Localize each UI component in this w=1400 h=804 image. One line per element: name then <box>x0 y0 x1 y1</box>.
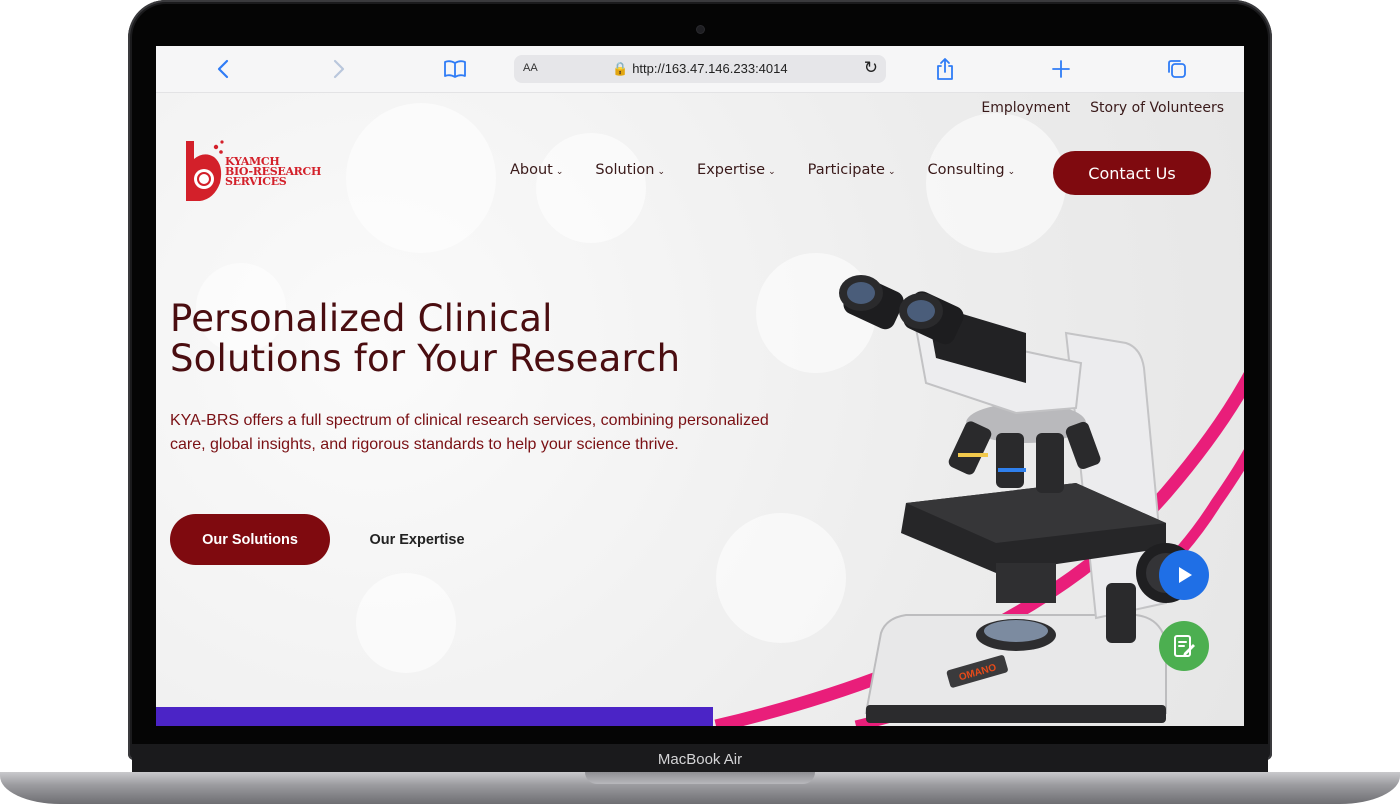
site-logo[interactable]: KYAMCH BIO-RESEARCH SERVICES <box>182 137 332 205</box>
hero-title: Personalized Clinical Solutions for Your… <box>170 297 681 380</box>
nav-item-participate[interactable]: Participate ⌄ <box>808 162 896 178</box>
bokeh-light <box>356 573 456 673</box>
main-nav: About ⌄ Solution ⌄ Expertise ⌄ Participate ⌄… <box>510 162 1047 178</box>
chevron-down-icon: ⌄ <box>657 167 666 177</box>
model-label: MacBook Air <box>657 751 743 768</box>
play-icon <box>1179 567 1192 583</box>
browser-toolbar: AA 🔒 http://163.47.146.233:4014 ↻ <box>156 46 1244 93</box>
chevron-down-icon: ⌄ <box>1007 167 1016 177</box>
new-tab-icon[interactable] <box>1048 56 1074 82</box>
logo-text: KYAMCH BIO-RESEARCH SERVICES <box>225 155 322 188</box>
accent-bar <box>156 707 713 726</box>
reload-icon[interactable]: ↻ <box>864 58 878 78</box>
screen: AA 🔒 http://163.47.146.233:4014 ↻ OMANO … <box>156 46 1244 726</box>
webcam <box>697 26 704 33</box>
lock-icon: 🔒 <box>612 61 629 76</box>
play-video-button[interactable] <box>1159 550 1209 600</box>
web-page: OMANO Employment Story of Volunteers KYA… <box>156 93 1244 726</box>
forward-icon[interactable] <box>326 56 352 82</box>
nav-item-about[interactable]: About ⌄ <box>510 162 563 178</box>
chevron-down-icon: ⌄ <box>768 167 776 177</box>
logo-mark <box>186 140 224 201</box>
nav-item-solution[interactable]: Solution ⌄ <box>595 162 665 178</box>
volunteers-link[interactable]: Story of Volunteers <box>1090 100 1224 116</box>
laptop-notch <box>585 772 815 784</box>
utility-nav: Employment Story of Volunteers <box>981 100 1224 116</box>
url-text: http://163.47.146.233:4014 <box>632 61 788 76</box>
chevron-down-icon: ⌄ <box>887 167 896 177</box>
bokeh-light <box>926 113 1066 253</box>
bokeh-light <box>346 103 496 253</box>
share-icon[interactable] <box>932 56 958 82</box>
address-bar[interactable]: AA 🔒 http://163.47.146.233:4014 ↻ <box>514 55 886 83</box>
eyepiece-left <box>839 275 904 330</box>
our-expertise-button[interactable]: Our Expertise <box>354 514 480 565</box>
bokeh-light <box>536 133 646 243</box>
microscope-foot <box>866 705 1166 723</box>
edit-note-icon <box>1174 635 1195 657</box>
chevron-down-icon: ⌄ <box>555 167 564 177</box>
contact-us-button[interactable]: Contact Us <box>1053 151 1211 195</box>
nav-item-consulting[interactable]: Consulting ⌄ <box>928 162 1016 178</box>
tabs-overview-icon[interactable] <box>1164 56 1190 82</box>
employment-link[interactable]: Employment <box>981 100 1070 116</box>
bookmarks-icon[interactable] <box>442 56 468 82</box>
form-button[interactable] <box>1159 621 1209 671</box>
hero-description: KYA-BRS offers a full spectrum of clinic… <box>170 412 769 453</box>
nav-item-expertise[interactable]: Expertise ⌄ <box>697 162 776 178</box>
back-icon[interactable] <box>210 56 236 82</box>
our-solutions-button[interactable]: Our Solutions <box>170 514 330 565</box>
url-field[interactable]: 🔒 http://163.47.146.233:4014 <box>514 61 886 77</box>
